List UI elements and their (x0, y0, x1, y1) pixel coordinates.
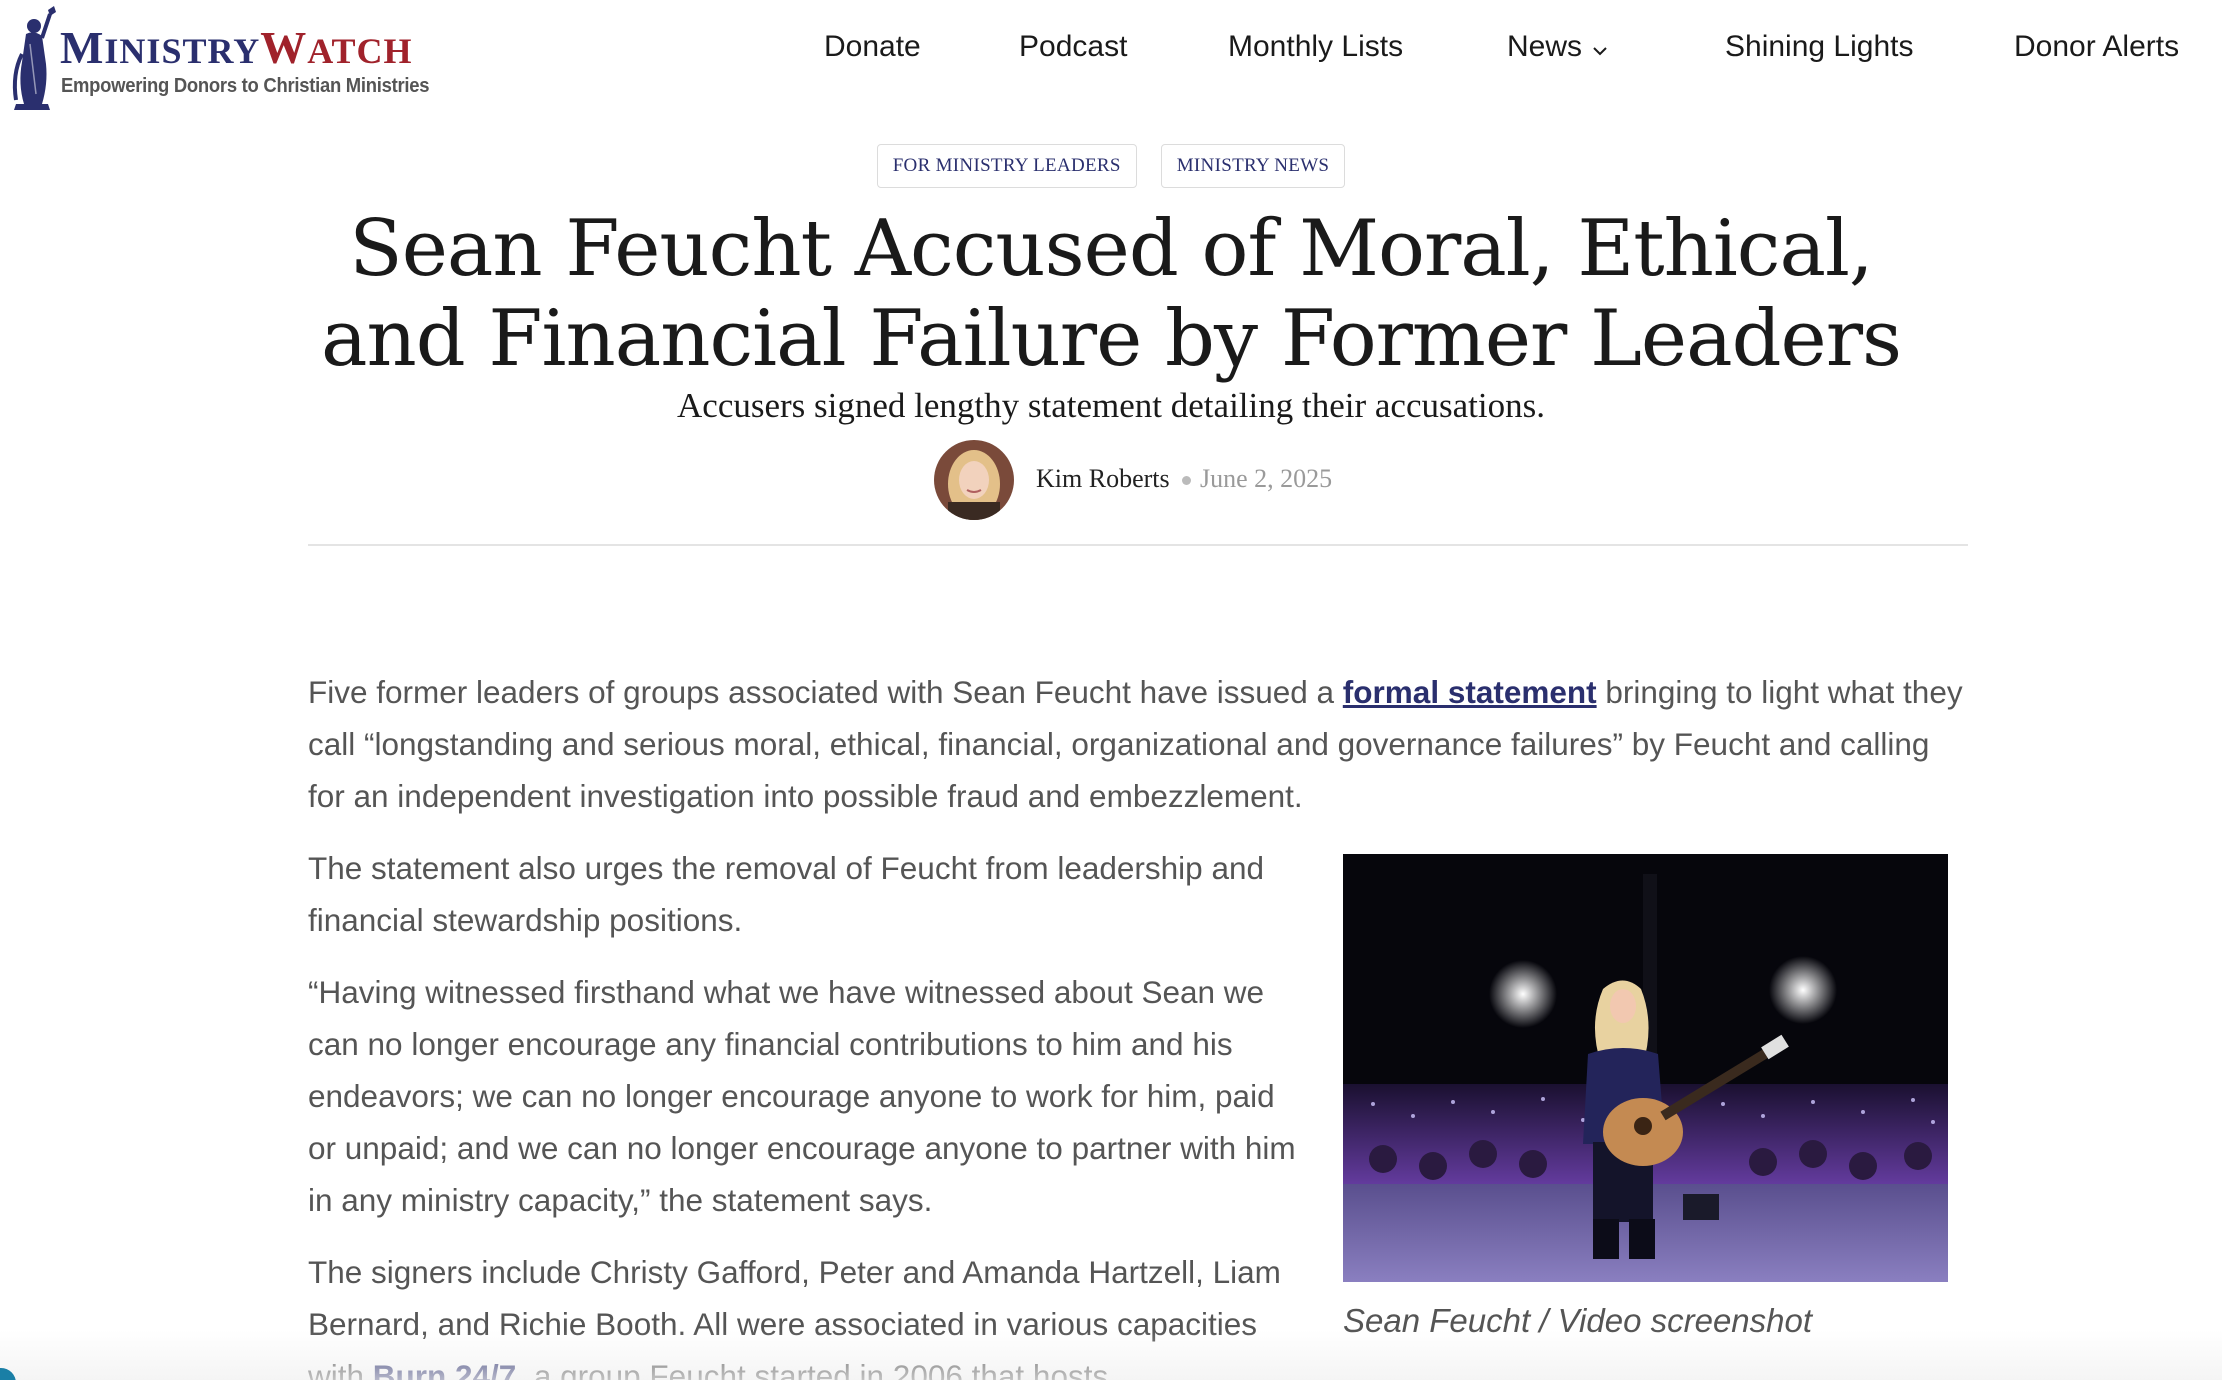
concert-photo[interactable] (1343, 854, 1948, 1282)
byline-separator (1182, 476, 1191, 485)
chevron-down-icon (1592, 31, 1608, 65)
site-header: MINISTRYWATCH Empowering Donors to Chris… (0, 0, 2222, 110)
article-column: The statement also urges the removal of … (308, 842, 1298, 1380)
site-tagline: Empowering Donors to Christian Ministrie… (61, 74, 430, 97)
chat-widget-button[interactable] (0, 1368, 16, 1380)
tag-for-ministry-leaders[interactable]: FOR MINISTRY LEADERS (876, 144, 1137, 188)
figure-caption: Sean Feucht / Video screenshot (1343, 1302, 1813, 1339)
paragraph-3: “Having witnessed firsthand what we have… (308, 974, 1296, 1218)
article-figure: Sean Feucht / Video screenshot (1343, 854, 1948, 1340)
paragraph-4: The signers include Christy Gafford, Pet… (308, 1246, 1298, 1380)
main-nav: Donate Podcast Monthly Lists News Shinin… (0, 30, 2222, 70)
publish-date: June 2, 2025 (1200, 464, 1333, 493)
article-subtitle: Accusers signed lengthy statement detail… (677, 386, 1545, 425)
nav-item-monthly-lists[interactable]: Monthly Lists (1228, 30, 1403, 64)
nav-item-donor-alerts[interactable]: Donor Alerts (2014, 30, 2179, 64)
nav-item-news-label: News (1507, 30, 1583, 63)
nav-item-donate[interactable]: Donate (824, 30, 921, 64)
nav-item-news[interactable]: News (1507, 30, 1608, 65)
header-divider (308, 544, 1968, 546)
author-avatar[interactable] (934, 440, 1014, 520)
tag-ministry-news[interactable]: MINISTRY NEWS (1160, 144, 1346, 188)
burn-24-7-link[interactable]: Burn 24/7 (373, 1358, 517, 1380)
author-name[interactable]: Kim Roberts (1036, 464, 1170, 494)
paragraph-1: Five former leaders of groups associated… (308, 674, 1963, 814)
formal-statement-link[interactable]: formal statement (1343, 674, 1597, 710)
nav-item-shining-lights[interactable]: Shining Lights (1725, 30, 1913, 64)
nav-item-podcast[interactable]: Podcast (1019, 30, 1127, 64)
article-title: Sean Feucht Accused of Moral, Ethical, a… (320, 204, 1902, 384)
byline: Kim Roberts June 2, 2025 (0, 440, 2222, 520)
article-tags: FOR MINISTRY LEADERS MINISTRY NEWS (0, 144, 2222, 188)
paragraph-2: The statement also urges the removal of … (308, 850, 1264, 938)
